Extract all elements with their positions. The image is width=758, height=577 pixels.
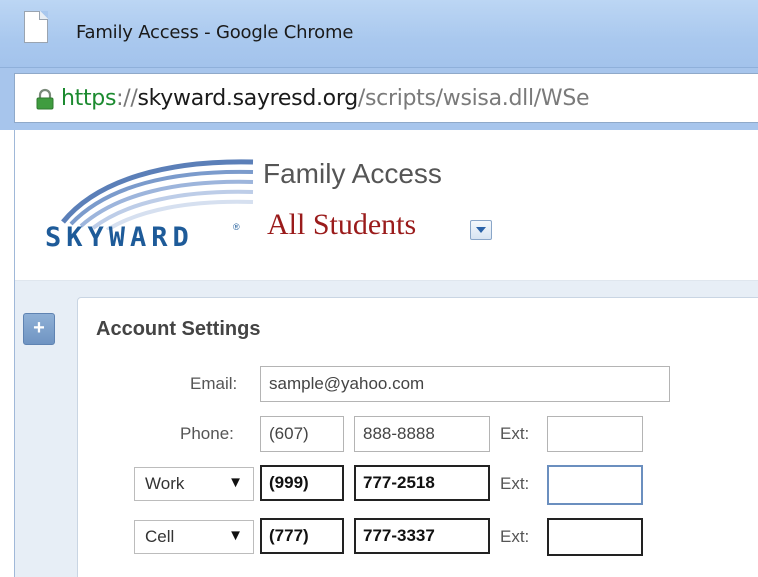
email-label: Email: [190, 374, 238, 393]
url-scheme: https [61, 86, 117, 111]
caret-down-icon: ▼ [228, 474, 243, 491]
url-separator: :// [116, 86, 138, 111]
lock-icon [36, 88, 54, 110]
phone-label: Phone: [180, 424, 234, 443]
app-title: Family Access [263, 158, 442, 189]
work-ext-field[interactable] [547, 465, 643, 505]
page-header: SKYWARD ® Family Access All Students [15, 130, 758, 280]
url-path: /scripts/wsisa.dll/WSe [357, 86, 590, 111]
url-field[interactable]: https://skyward.sayresd.org/scripts/wsis… [14, 73, 758, 123]
plus-icon[interactable]: + [23, 313, 55, 345]
address-bar: https://skyward.sayresd.org/scripts/wsis… [0, 68, 758, 130]
work-area-field[interactable]: (999) [260, 465, 344, 501]
main-area: + Account Settings Email: sample@yahoo.c… [15, 281, 758, 577]
caret-down-icon: ▼ [228, 527, 243, 544]
work-number-field[interactable]: 777-2518 [354, 465, 490, 501]
ext-label: Ext: [500, 424, 530, 443]
logo-registered-mark: ® [233, 222, 240, 232]
cell-ext-field[interactable] [547, 518, 643, 556]
phone-type-value: Cell [145, 527, 175, 546]
phone-type-value: Work [145, 474, 185, 493]
page-content: SKYWARD ® Family Access All Students + A… [14, 130, 758, 577]
account-settings-panel: Account Settings Email: sample@yahoo.com… [77, 297, 758, 577]
window-title: Family Access - Google Chrome [76, 22, 354, 43]
ext-label: Ext: [500, 474, 530, 493]
url-host: skyward.sayresd.org [137, 86, 358, 111]
student-selector[interactable]: All Students [267, 208, 416, 242]
skyward-logo: SKYWARD [45, 222, 194, 253]
phone-number-field[interactable]: 888-8888 [354, 416, 490, 452]
ext-label: Ext: [500, 527, 530, 546]
phone-type-select[interactable]: Work ▼ [134, 467, 254, 501]
window-title-bar: Family Access - Google Chrome [0, 0, 758, 68]
phone-area-field[interactable]: (607) [260, 416, 344, 452]
url-text: https://skyward.sayresd.org/scripts/wsis… [61, 86, 590, 111]
phone-ext-field[interactable] [547, 416, 643, 452]
chevron-down-icon[interactable] [470, 220, 492, 240]
panel-title: Account Settings [96, 318, 261, 340]
cell-number-field[interactable]: 777-3337 [354, 518, 490, 554]
cell-area-field[interactable]: (777) [260, 518, 344, 554]
page-icon [24, 11, 48, 43]
phone-type-select[interactable]: Cell ▼ [134, 520, 254, 554]
email-field[interactable]: sample@yahoo.com [260, 366, 670, 402]
skyward-logo-swoosh-icon [61, 159, 254, 230]
